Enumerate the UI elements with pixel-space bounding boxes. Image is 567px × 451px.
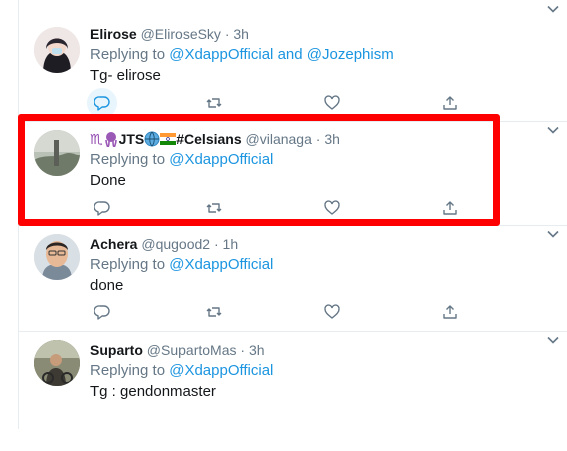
and-word[interactable]: and: [273, 46, 306, 63]
retweet-button[interactable]: [203, 197, 225, 219]
tweet-header: Suparto @SupartoMas · 3h: [90, 341, 548, 359]
separator: ·: [213, 236, 219, 252]
mention-link[interactable]: @XdappOfficial: [169, 151, 273, 168]
avatar[interactable]: [34, 340, 80, 386]
mention-link[interactable]: @Jozephism: [307, 46, 394, 63]
display-name[interactable]: Suparto: [90, 342, 143, 358]
reply-icon: [94, 305, 110, 320]
chevron-down-icon[interactable]: [546, 227, 560, 241]
like-button[interactable]: [321, 197, 343, 219]
replying-prefix: Replying to: [90, 151, 170, 168]
share-icon: [443, 201, 457, 215]
tweet-text: Tg- elirose: [90, 67, 161, 84]
tweet-supartomas[interactable]: Suparto @SupartoMas · 3h Replying to @Xd…: [19, 331, 567, 451]
retweet-icon: [206, 203, 222, 213]
mention-link[interactable]: @XdappOfficial: [169, 46, 273, 63]
reply-button[interactable]: [91, 301, 113, 323]
share-button[interactable]: [439, 92, 461, 114]
share-button[interactable]: [439, 197, 461, 219]
replying-prefix: Replying to: [90, 362, 170, 379]
retweet-icon: [206, 307, 222, 317]
like-icon: [324, 304, 340, 319]
timestamp[interactable]: 3h: [249, 342, 265, 358]
replying-to: Replying to @XdappOfficial: [90, 150, 548, 170]
tweet-header: Elirose @EliroseSky · 3h: [90, 25, 548, 43]
tweet-header: ♏ JTS #Celsians @vilanaga · 3h: [90, 130, 548, 148]
display-name[interactable]: Achera: [90, 236, 137, 252]
chevron-down-icon[interactable]: [546, 2, 560, 16]
separator: ·: [315, 131, 321, 147]
replying-to: Replying to @XdappOfficial: [90, 361, 548, 381]
tweet-actions: [87, 88, 470, 118]
like-button[interactable]: [321, 301, 343, 323]
tweet-elirose[interactable]: Elirose @EliroseSky · 3h Replying to @Xd…: [19, 0, 567, 122]
name-prefix: ♏: [90, 131, 103, 147]
timestamp[interactable]: 3h: [324, 131, 340, 147]
tweet-qugood2[interactable]: Achera @qugood2 · 1h Replying to @XdappO…: [19, 225, 567, 332]
mention-link[interactable]: @XdappOfficial: [169, 256, 273, 273]
reply-button[interactable]: [87, 88, 117, 118]
share-button[interactable]: [439, 301, 461, 323]
timestamp[interactable]: 1h: [223, 236, 239, 252]
like-button[interactable]: [321, 92, 343, 114]
display-name[interactable]: Elirose: [90, 26, 137, 42]
reply-icon: [94, 201, 110, 216]
tweet-text: done: [90, 277, 124, 294]
user-handle[interactable]: @SupartoMas: [147, 342, 237, 358]
replying-to: Replying to @XdappOfficial: [90, 255, 548, 275]
tweet-text: Done: [90, 172, 126, 189]
retweet-button[interactable]: [203, 92, 225, 114]
india-flag-icon: [160, 133, 177, 145]
like-icon: [324, 95, 340, 110]
share-icon: [443, 96, 457, 110]
separator: ·: [224, 26, 230, 42]
retweet-icon: [206, 98, 222, 108]
tweet-actions: [90, 301, 470, 323]
user-handle[interactable]: @vilanaga: [246, 131, 312, 147]
share-icon: [443, 305, 457, 319]
chevron-down-icon[interactable]: [546, 333, 560, 347]
avatar[interactable]: [34, 130, 80, 176]
mention-link[interactable]: @XdappOfficial: [169, 362, 273, 379]
separator: ·: [240, 342, 246, 358]
reply-icon: [94, 96, 110, 111]
replying-prefix: Replying to: [90, 46, 170, 63]
user-handle[interactable]: @qugood2: [141, 236, 210, 252]
tweet-vilanaga[interactable]: ♏ JTS #Celsians @vilanaga · 3h Replying to…: [19, 121, 567, 226]
octopus-icon: [104, 132, 117, 147]
timeline: Elirose @EliroseSky · 3h Replying to @Xd…: [18, 0, 567, 429]
like-icon: [324, 200, 340, 215]
tweet-header: Achera @qugood2 · 1h: [90, 235, 548, 253]
avatar[interactable]: [34, 234, 80, 280]
retweet-button[interactable]: [203, 301, 225, 323]
tweet-actions: [90, 197, 470, 219]
tweet-text: Tg : gendonmaster: [90, 383, 216, 400]
name-suffix: #Celsians: [176, 131, 242, 147]
globe-icon: [144, 131, 160, 147]
user-handle[interactable]: @EliroseSky: [141, 26, 221, 42]
timestamp[interactable]: 3h: [233, 26, 249, 42]
replying-to: Replying to @XdappOfficial and @Jozephis…: [90, 45, 548, 65]
replying-prefix: Replying to: [90, 256, 170, 273]
avatar[interactable]: [34, 27, 80, 73]
display-name[interactable]: ♏ JTS #Celsians: [90, 131, 242, 147]
chevron-down-icon[interactable]: [546, 123, 560, 137]
reply-button[interactable]: [91, 197, 113, 219]
name-mid: JTS: [118, 131, 145, 147]
